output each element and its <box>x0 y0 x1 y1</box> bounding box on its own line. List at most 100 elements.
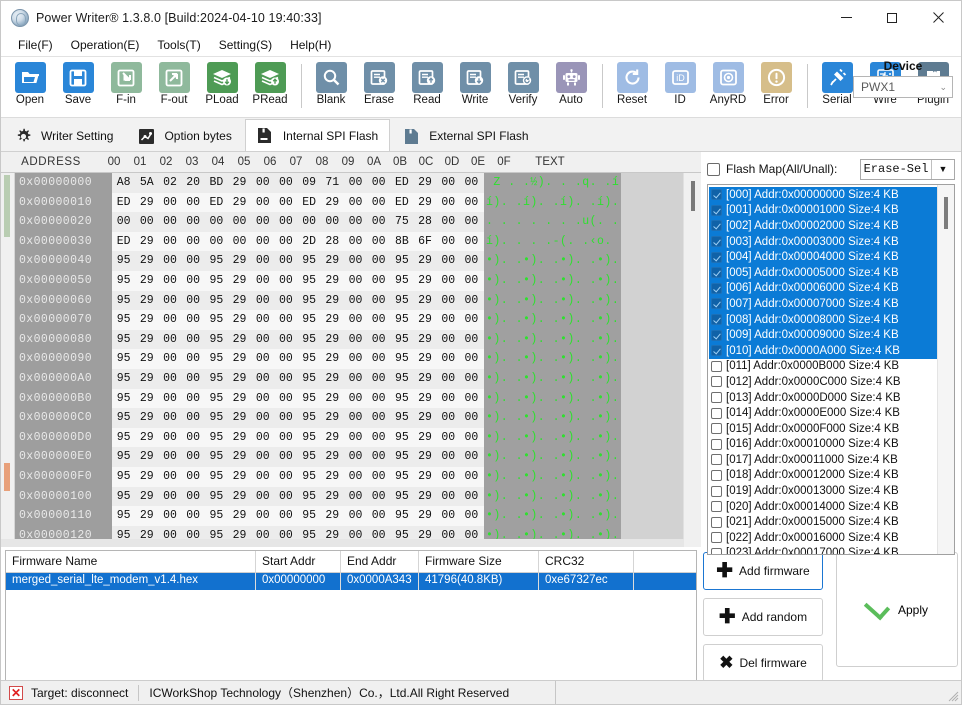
hex-byte-cell[interactable]: 95 <box>298 408 321 428</box>
hex-byte-cell[interactable]: 00 <box>112 212 135 232</box>
hex-byte-cell[interactable]: 29 <box>135 349 158 369</box>
hex-byte-row[interactable]: 95290000952900009529000095290000 <box>112 270 484 291</box>
flash-map-item-checkbox[interactable] <box>711 236 722 248</box>
hex-byte-cell[interactable]: 5A <box>135 173 158 193</box>
hex-byte-cell[interactable]: 00 <box>344 389 367 409</box>
hex-byte-cell[interactable]: 29 <box>228 428 251 448</box>
hex-byte-cell[interactable]: 75 <box>390 212 413 232</box>
hex-byte-cell[interactable]: 95 <box>298 428 321 448</box>
chevron-down-icon[interactable]: ▼ <box>931 159 954 179</box>
hex-byte-cell[interactable]: 00 <box>437 487 460 507</box>
hex-byte-cell[interactable]: 00 <box>344 212 367 232</box>
resize-grip-icon[interactable] <box>947 690 959 702</box>
hex-byte-cell[interactable]: 00 <box>460 408 483 428</box>
hex-byte-cell[interactable]: 00 <box>367 330 390 350</box>
hex-byte-cell[interactable]: 00 <box>437 310 460 330</box>
hex-byte-cell[interactable]: 00 <box>274 467 297 487</box>
hex-byte-cell[interactable]: 00 <box>344 330 367 350</box>
hex-byte-cell[interactable]: 95 <box>298 506 321 526</box>
flash-map-item-checkbox[interactable] <box>711 204 722 216</box>
hex-byte-cell[interactable]: 95 <box>205 506 228 526</box>
hex-byte-cell[interactable]: 95 <box>112 487 135 507</box>
hex-byte-cell[interactable]: 00 <box>274 447 297 467</box>
hex-byte-cell[interactable]: 95 <box>390 349 413 369</box>
flash-map-scrollbar[interactable] <box>937 185 954 554</box>
hex-byte-cell[interactable]: 00 <box>367 271 390 291</box>
hex-byte-cell[interactable]: 28 <box>413 212 436 232</box>
hex-byte-cell[interactable]: 00 <box>158 310 181 330</box>
hex-byte-cell[interactable]: 29 <box>135 369 158 389</box>
flash-map-item[interactable]: [015] Addr:0x0000F000 Size:4 KB <box>709 421 954 437</box>
hex-byte-cell[interactable]: 95 <box>112 389 135 409</box>
hex-byte-cell[interactable]: 95 <box>205 487 228 507</box>
hex-byte-cell[interactable]: 29 <box>413 408 436 428</box>
hex-byte-cell[interactable]: 00 <box>158 369 181 389</box>
hex-byte-cell[interactable]: 95 <box>112 330 135 350</box>
hex-byte-cell[interactable]: 29 <box>135 428 158 448</box>
hex-byte-cell[interactable]: 00 <box>158 193 181 213</box>
hex-byte-cell[interactable]: 00 <box>344 310 367 330</box>
hex-byte-cell[interactable]: 29 <box>135 389 158 409</box>
hex-byte-cell[interactable]: 95 <box>390 487 413 507</box>
hex-byte-cell[interactable]: 00 <box>251 447 274 467</box>
hex-byte-cell[interactable]: 29 <box>321 271 344 291</box>
hex-byte-cell[interactable]: 29 <box>413 173 436 193</box>
hex-byte-cell[interactable]: 95 <box>112 291 135 311</box>
hex-byte-cell[interactable]: 00 <box>437 251 460 271</box>
hex-byte-cell[interactable]: 00 <box>251 310 274 330</box>
hex-byte-cell[interactable]: 29 <box>321 349 344 369</box>
hex-byte-cell[interactable]: 00 <box>460 428 483 448</box>
hex-byte-cell[interactable]: 29 <box>321 428 344 448</box>
hex-byte-cell[interactable]: 29 <box>228 447 251 467</box>
hex-byte-cell[interactable]: 6F <box>413 232 436 252</box>
add-random-button[interactable]: ✚ Add random <box>703 598 823 636</box>
flash-map-item-checkbox[interactable] <box>711 516 722 528</box>
hex-byte-cell[interactable]: 00 <box>182 271 205 291</box>
toolbar-auto-button[interactable]: Auto <box>548 61 594 113</box>
flash-map-item-checkbox[interactable] <box>711 220 722 232</box>
hex-byte-cell[interactable]: 00 <box>182 232 205 252</box>
hex-byte-cell[interactable]: 95 <box>112 428 135 448</box>
hex-byte-cell[interactable]: 00 <box>158 428 181 448</box>
hex-byte-cell[interactable]: 95 <box>390 271 413 291</box>
close-button[interactable] <box>915 1 961 34</box>
hex-byte-row[interactable]: 95290000952900009529000095290000 <box>112 310 484 330</box>
hex-byte-cell[interactable]: 00 <box>158 212 181 232</box>
menu-tools[interactable]: Tools(T) <box>148 36 209 54</box>
hex-byte-row[interactable]: A8 5A 02 20 BD 29 00 00 09 71 00 00 ED 29 00 00 <box>112 173 484 193</box>
hex-byte-cell[interactable]: 00 <box>274 506 297 526</box>
toolbar-open-button[interactable]: Open <box>7 61 53 113</box>
firmware-column-header[interactable]: CRC32 <box>539 551 634 572</box>
hex-byte-cell[interactable]: 00 <box>367 310 390 330</box>
hex-byte-row[interactable]: 00 00 00 00 00 00 00 00 00 00 00 00 75 28 00 00 <box>112 212 484 232</box>
hex-byte-cell[interactable]: 00 <box>437 271 460 291</box>
hex-byte-cell[interactable]: 29 <box>228 349 251 369</box>
hex-byte-cell[interactable]: 29 <box>413 389 436 409</box>
hex-byte-row[interactable]: 95290000952900009529000095290000 <box>112 251 484 271</box>
hex-byte-cell[interactable]: 29 <box>135 193 158 213</box>
flash-map-item[interactable]: [018] Addr:0x00012000 Size:4 KB <box>709 468 954 484</box>
toolbar-read-button[interactable]: Read <box>404 61 450 113</box>
hex-byte-cell[interactable]: 29 <box>413 506 436 526</box>
menu-file[interactable]: File(F) <box>9 36 62 54</box>
hex-byte-cell[interactable]: 00 <box>460 251 483 271</box>
hex-byte-cell[interactable]: 95 <box>112 467 135 487</box>
hex-byte-cell[interactable]: 00 <box>251 291 274 311</box>
hex-byte-cell[interactable]: 29 <box>413 428 436 448</box>
hex-byte-cell[interactable]: 29 <box>228 193 251 213</box>
hex-byte-cell[interactable]: 00 <box>437 232 460 252</box>
flash-map-item-checkbox[interactable] <box>711 532 722 544</box>
hex-byte-cell[interactable]: 29 <box>413 330 436 350</box>
hex-byte-cell[interactable]: 29 <box>228 310 251 330</box>
hex-byte-cell[interactable]: 00 <box>182 193 205 213</box>
hex-byte-cell[interactable]: 00 <box>182 487 205 507</box>
hex-byte-cell[interactable]: 00 <box>274 271 297 291</box>
hex-byte-cell[interactable]: 95 <box>390 389 413 409</box>
hex-byte-cell[interactable]: 95 <box>298 330 321 350</box>
hex-byte-row[interactable]: 95290000952900009529000095290000 <box>112 427 484 448</box>
hex-byte-row[interactable]: ED 29 00 00 ED 29 00 00 ED 29 00 00 ED 29 00 00 <box>112 192 484 213</box>
hex-byte-row[interactable]: 95290000952900009529000095290000 <box>112 329 484 350</box>
hex-byte-cell[interactable]: 00 <box>228 232 251 252</box>
hex-byte-cell[interactable]: ED <box>390 193 413 213</box>
hex-byte-cell[interactable]: 00 <box>367 291 390 311</box>
